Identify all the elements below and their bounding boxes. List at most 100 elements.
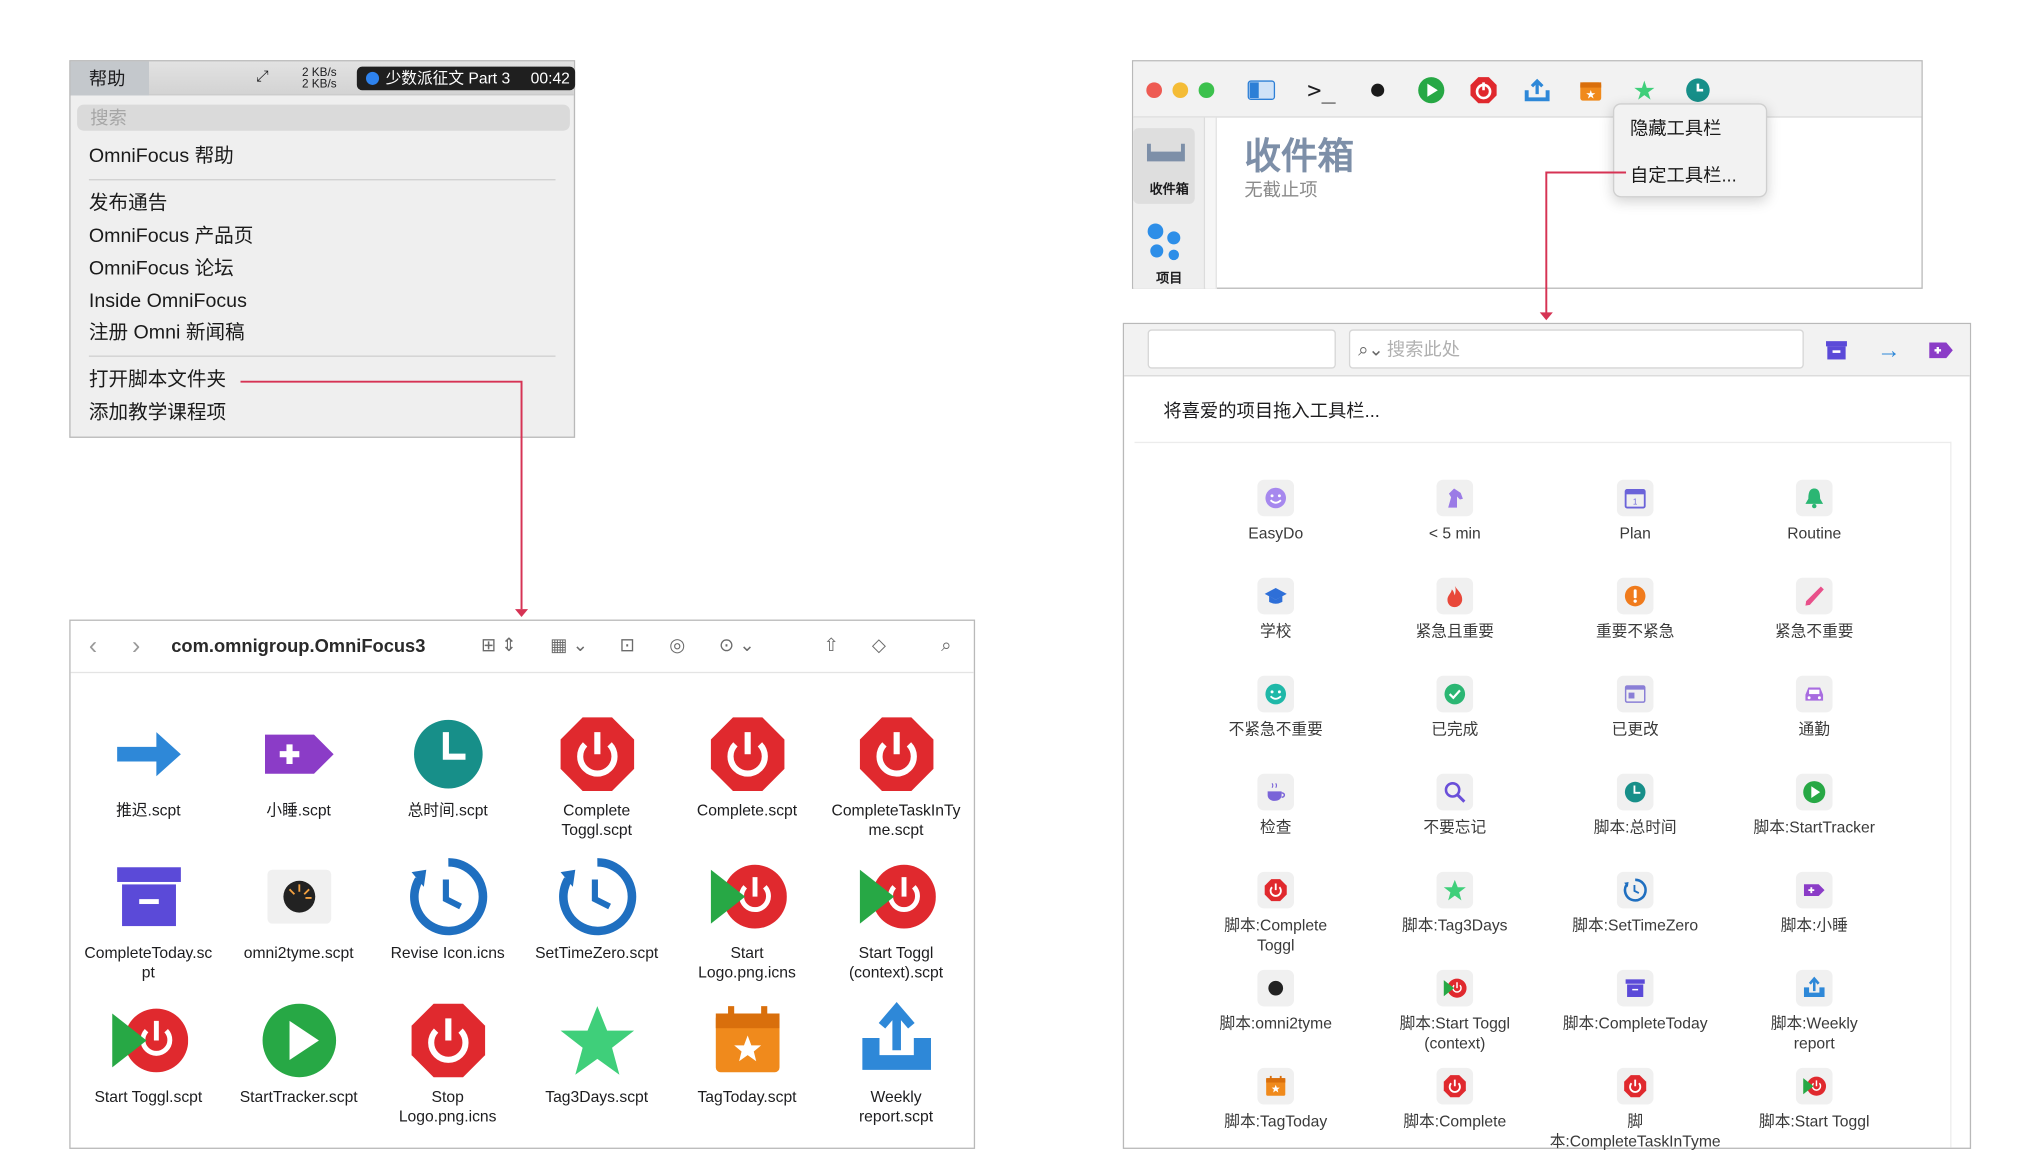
file-item[interactable]: Tag3Days.scpt [522, 999, 672, 1107]
tag-icon[interactable]: ◇ [872, 634, 886, 656]
toolbar-item[interactable]: 脚本:Weekly report [1724, 969, 1904, 1054]
menu-item-open-scripts-folder[interactable]: 打开脚本文件夹 [89, 367, 226, 393]
grid-view-icon[interactable]: ⊞ ⇕ [481, 634, 517, 656]
arrow-right-icon[interactable]: → [1874, 336, 1903, 365]
file-item[interactable]: Stop Logo.png.icns [373, 999, 523, 1127]
menu-item-release-notes[interactable]: 发布通告 [89, 191, 167, 217]
file-item[interactable]: Start Toggl.scpt [73, 999, 223, 1107]
toolbar-item[interactable]: 学校 [1186, 577, 1366, 642]
toolbar-item[interactable]: 紧急且重要 [1365, 577, 1545, 642]
close-window-button[interactable] [1146, 82, 1163, 99]
toolbar-item[interactable]: 脚本:SetTimeZero [1545, 871, 1725, 936]
file-item[interactable]: Start Logo.png.icns [672, 855, 822, 983]
toolbar-item[interactable]: 脚本:Tag3Days [1365, 871, 1545, 936]
toolbar-item[interactable]: 脚本:Complete Toggl [1186, 871, 1366, 956]
search-icon[interactable]: ⌕ [941, 634, 951, 656]
file-item[interactable]: SetTimeZero.scpt [522, 855, 672, 963]
star-icon[interactable]: ★ [1629, 75, 1660, 106]
toolbar-item-label: 检查 [1260, 818, 1292, 837]
toolbar-item[interactable]: 脚本:omni2tyme [1186, 969, 1366, 1034]
toolbar-item[interactable]: EasyDo [1186, 479, 1366, 544]
menu-item-forum[interactable]: OmniFocus 论坛 [89, 256, 234, 282]
file-item[interactable]: Revise Icon.icns [373, 855, 523, 963]
terminal-icon[interactable]: >_ [1306, 75, 1337, 106]
toolbar-item-label: 紧急且重要 [1415, 622, 1495, 641]
file-item[interactable]: 小睡.scpt [224, 712, 374, 820]
minimize-window-button[interactable] [1172, 82, 1189, 99]
toolbar-item[interactable]: 脚本:CompleteToday [1545, 969, 1725, 1034]
toolbar-item[interactable]: 脚本:Start Toggl [1724, 1067, 1904, 1132]
power-octagon-icon[interactable] [1468, 75, 1499, 106]
file-item[interactable]: Complete.scpt [672, 712, 822, 820]
file-name: TagToday.scpt [697, 1087, 797, 1106]
projects-dots-icon[interactable] [1146, 222, 1183, 268]
arrow-right-icon [107, 712, 191, 796]
toolbar-item[interactable]: 紧急不重要 [1724, 577, 1904, 642]
forward-icon[interactable]: › [132, 633, 140, 662]
sidebar-toggle-icon[interactable] [1246, 75, 1277, 106]
upload-tray-icon[interactable] [1521, 75, 1552, 106]
toolbar-item[interactable]: 不紧急不重要 [1186, 675, 1366, 740]
menu-item-add-tutorial[interactable]: 添加教学课程项 [89, 400, 226, 426]
file-item[interactable]: Start Toggl (context).scpt [821, 855, 971, 983]
group-by-icon[interactable]: ▦ ⌄ [550, 634, 588, 656]
toolbar-item[interactable]: 1 Plan [1545, 479, 1725, 544]
toolbar-item[interactable]: 重要不紧急 [1545, 577, 1725, 642]
clock-icon[interactable] [1682, 75, 1713, 106]
toolbar-item[interactable]: 脚本:Complete [1365, 1067, 1545, 1132]
toolbar-item[interactable]: 脚本:StartTracker [1724, 773, 1904, 838]
share-icon[interactable]: ⇧ [823, 634, 838, 656]
file-item[interactable]: Weekly report.scpt [821, 999, 971, 1127]
toolbar-item[interactable]: 通勤 [1724, 675, 1904, 740]
menu-item-inside-omnifocus[interactable]: Inside OmniFocus [89, 289, 247, 315]
toolbar-item[interactable]: 脚本:小睡 [1724, 871, 1904, 936]
file-item[interactable]: omni2tyme.scpt [224, 855, 374, 963]
menu-bar-help[interactable]: 帮助 [70, 61, 150, 96]
toolbar-item[interactable]: 脚本:CompleteTaskInTyme [1545, 1067, 1725, 1152]
menu-item-customize-toolbar[interactable]: 自定工具栏... [1630, 162, 1737, 188]
file-item[interactable]: 推迟.scpt [73, 712, 223, 820]
zoom-window-button[interactable] [1198, 82, 1215, 99]
toolbar-item[interactable]: 不要忘记 [1365, 773, 1545, 838]
airdrop-icon[interactable]: ◎ [669, 634, 685, 656]
back-icon[interactable]: ‹ [89, 633, 97, 662]
toolbar-item[interactable]: 已完成 [1365, 675, 1545, 740]
new-folder-icon[interactable]: ⊡ [620, 634, 635, 656]
toolbar-placeholder-box[interactable] [1147, 329, 1336, 369]
now-playing-dot-icon [365, 71, 380, 85]
menu-item-omnifocus-help[interactable]: OmniFocus 帮助 [89, 144, 234, 170]
file-item[interactable]: CompleteTaskInTy me.scpt [821, 712, 971, 840]
file-name: Start Toggl (context).scpt [848, 943, 944, 982]
file-item[interactable]: 总时间.scpt [373, 712, 523, 820]
more-actions-icon[interactable]: ⊙ ⌄ [719, 634, 755, 656]
menu-item-hide-toolbar[interactable]: 隐藏工具栏 [1630, 115, 1721, 141]
toolbar-item[interactable]: 检查 [1186, 773, 1366, 838]
file-item[interactable]: TagToday.scpt [672, 999, 822, 1107]
toolbar-search-field[interactable]: ⌕⌄ 搜索此处 [1348, 329, 1804, 369]
expand-arrows-icon[interactable]: ⤢ [256, 67, 269, 87]
play-circle-icon[interactable] [1416, 75, 1447, 106]
toolbar-item[interactable]: 脚本:总时间 [1545, 773, 1725, 838]
dot-icon[interactable] [1362, 75, 1393, 106]
menu-item-product-page[interactable]: OmniFocus 产品页 [89, 224, 254, 250]
file-item[interactable]: Complete Toggl.scpt [522, 712, 672, 840]
file-name: Tag3Days.scpt [545, 1087, 649, 1106]
toolbar-item[interactable]: Routine [1724, 479, 1904, 544]
toolbar-item[interactable]: 脚本:TagToday [1186, 1067, 1366, 1132]
toolbar-item-label: 重要不紧急 [1595, 622, 1675, 641]
toolbar-item[interactable]: 脚本:Start Toggl (context) [1365, 969, 1545, 1054]
power-octagon-icon [555, 712, 639, 796]
calendar-star-icon[interactable]: ★ [1575, 75, 1606, 106]
toolbar-item[interactable]: 已更改 [1545, 675, 1725, 740]
dial-icon [257, 855, 341, 939]
now-playing-widget[interactable]: 少数派征文 Part 3 00:42 [356, 66, 576, 91]
menu-search-field[interactable]: 搜索 [77, 104, 570, 131]
toolbar-item[interactable]: < 5 min [1365, 479, 1545, 544]
tag-plus-icon[interactable] [1927, 336, 1956, 365]
sidebar-scrollbar[interactable] [1205, 117, 1217, 289]
toolbar-item-label: 脚本:Complete Toggl [1224, 916, 1328, 955]
menu-item-newsletter[interactable]: 注册 Omni 新闻稿 [89, 320, 245, 346]
file-item[interactable]: StartTracker.scpt [224, 999, 374, 1107]
archive-box-icon[interactable] [1822, 336, 1851, 365]
file-item[interactable]: CompleteToday.sc pt [73, 855, 223, 983]
